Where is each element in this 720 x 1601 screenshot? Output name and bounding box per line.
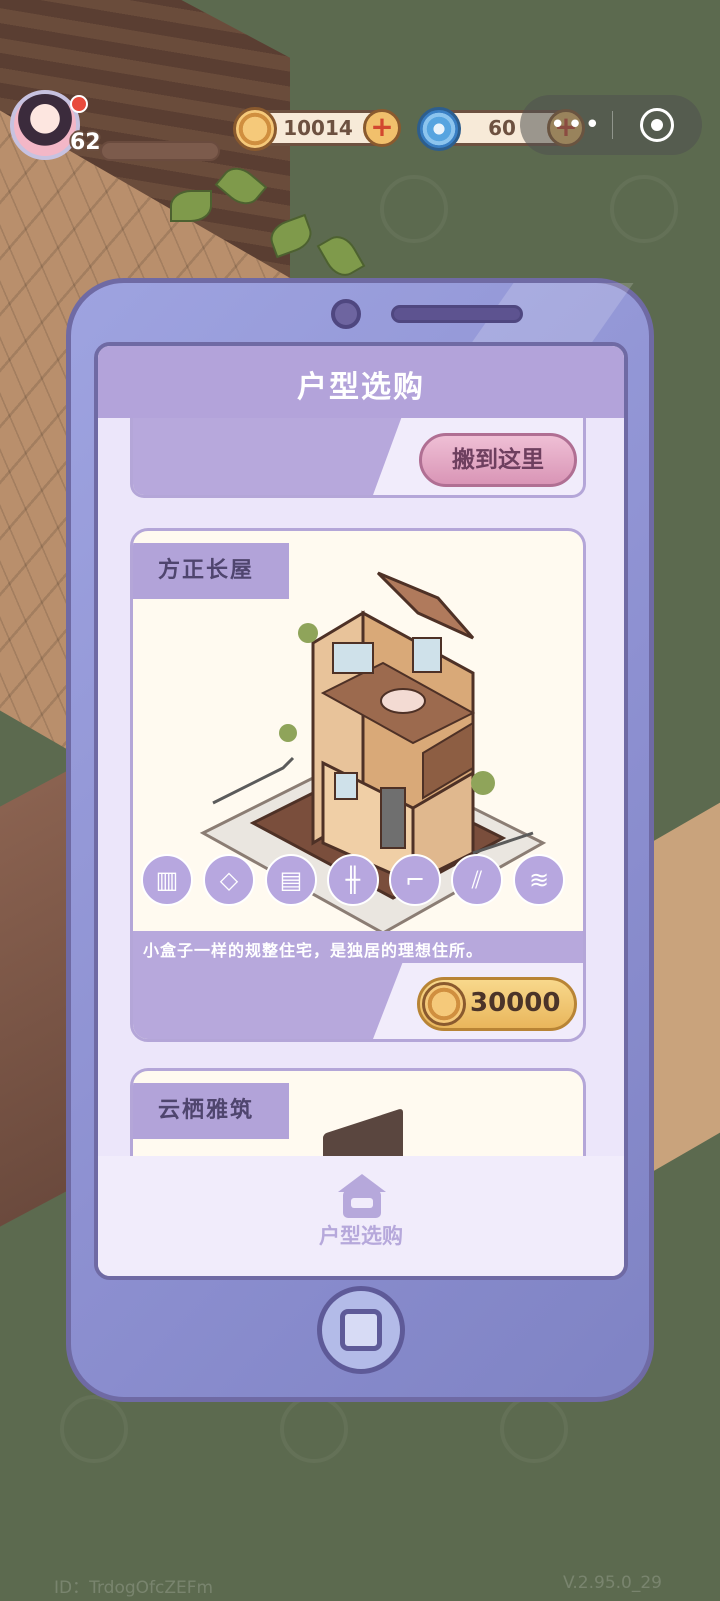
home-square-icon: [340, 1309, 382, 1351]
bottom-tab-bar: 户型选购: [98, 1156, 624, 1276]
page-title: 户型选购: [297, 370, 425, 405]
camera-icon: [331, 299, 361, 329]
version-label: V.2.95.0_29: [562, 1573, 662, 1593]
home-button[interactable]: [317, 1286, 405, 1374]
phone-screen: 搬到这里 方正长屋 ▥ ◇ ▤ ╫ ⌐ ⫽ ≋ 小盒子一样的规整住宅，是独居的理…: [94, 342, 628, 1280]
coin-icon: [422, 982, 466, 1026]
capsule-divider: [612, 111, 613, 139]
stairs-icon: ⌐: [389, 854, 441, 906]
coin-icon: [233, 107, 277, 151]
coin-amount: 10014: [283, 116, 353, 140]
sun-pattern: [500, 1395, 568, 1463]
leaf-decoration: [170, 190, 212, 222]
coin-counter: 10014 +: [233, 107, 401, 151]
sun-pattern: [280, 1395, 348, 1463]
sun-pattern: [60, 1395, 128, 1463]
speaker-grille: [391, 305, 523, 323]
house-card-previous: 搬到这里: [130, 406, 586, 498]
tab-house-selection[interactable]: 户型选购: [98, 1220, 624, 1250]
leaf-decoration: [316, 229, 366, 283]
mini-program-capsule: •••: [520, 95, 702, 155]
price-value: 30000: [470, 988, 561, 1018]
player-level: 62: [70, 130, 101, 155]
house-card[interactable]: 方正长屋 ▥ ◇ ▤ ╫ ⌐ ⫽ ≋ 小盒子一样的规整住宅，是独居的理想住所。 …: [130, 528, 586, 1042]
screen-header: 户型选购: [98, 346, 624, 418]
add-coins-button[interactable]: +: [363, 109, 401, 147]
railing-icon: ⫽: [451, 854, 503, 906]
house-name-tag: 方正长屋: [133, 543, 289, 599]
notification-dot: [70, 95, 88, 113]
player-id: ID：TrdogOfcZEFm: [54, 1578, 214, 1598]
buy-price-button[interactable]: 30000: [417, 977, 577, 1031]
fence-icon: ╫: [327, 854, 379, 906]
house-name-tag: 云栖雅筑: [133, 1083, 289, 1139]
house-description: 小盒子一样的规整住宅，是独居的理想住所。: [143, 941, 484, 960]
window-icon: ▤: [265, 854, 317, 906]
roof-icon: ≋: [513, 854, 565, 906]
house-tab-icon[interactable]: [334, 1170, 390, 1220]
move-here-button[interactable]: 搬到这里: [419, 433, 577, 487]
wall-icon: ▥: [141, 854, 193, 906]
sun-pattern: [380, 175, 448, 243]
close-target-button[interactable]: [640, 108, 674, 142]
experience-bar: [100, 141, 220, 161]
swirl-gem-icon: [417, 107, 461, 151]
sun-pattern: [610, 175, 678, 243]
floor-icon: ◇: [203, 854, 255, 906]
feature-icon-row: ▥ ◇ ▤ ╫ ⌐ ⫽ ≋: [141, 854, 581, 910]
more-menu-button[interactable]: •••: [550, 112, 602, 138]
